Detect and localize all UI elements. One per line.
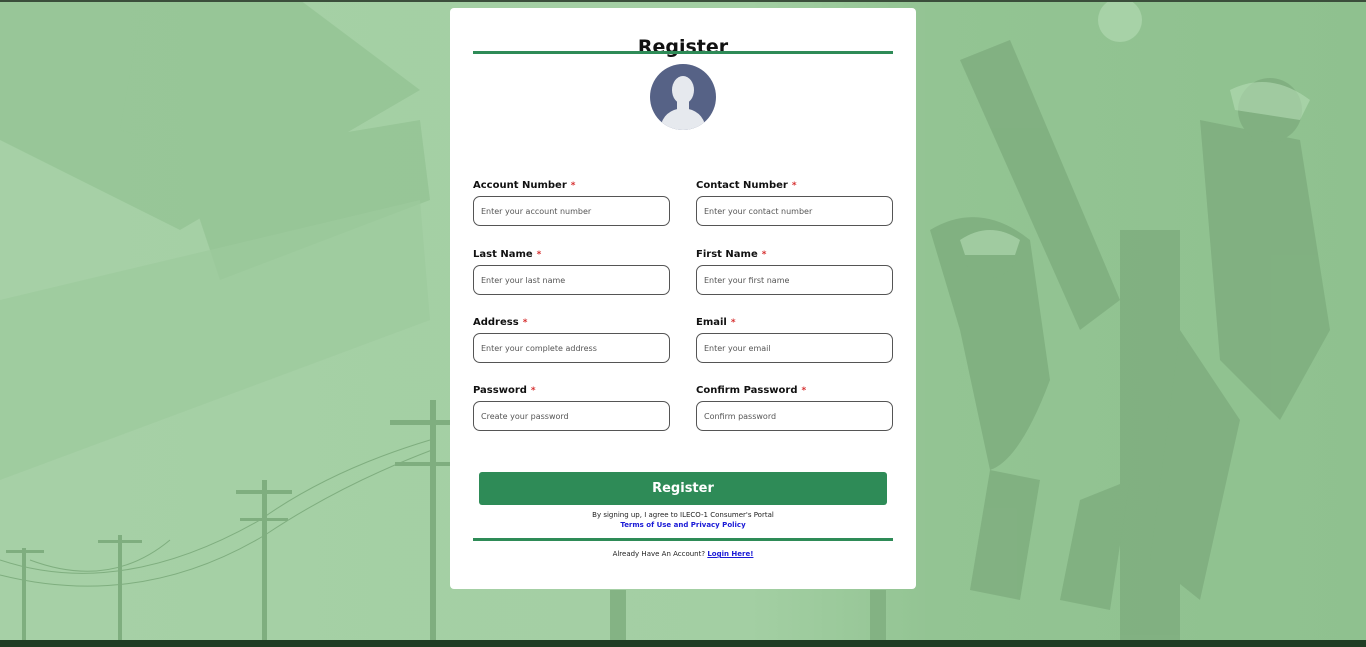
required-mark: * [791,181,797,191]
agreement-text: By signing up, I agree to ILECO-1 Consum… [450,510,916,530]
email-label: Email * [696,317,736,328]
terms-privacy-link[interactable]: Terms of Use and Privacy Policy [620,521,745,529]
last-name-input[interactable] [473,265,670,295]
contact-number-field: Contact Number * [696,179,893,226]
password-input[interactable] [473,401,670,431]
page-title: Register [637,36,729,58]
account-number-field: Account Number * [473,179,670,226]
required-mark: * [761,250,767,260]
confirm-password-field: Confirm Password * [696,384,893,431]
required-mark: * [730,318,736,328]
bottom-bar [0,640,1366,647]
required-mark: * [530,386,536,396]
last-name-field: Last Name * [473,248,670,295]
title-divider [473,51,893,54]
agreement-statement: By signing up, I agree to ILECO-1 Consum… [592,511,774,519]
first-name-field: First Name * [696,248,893,295]
last-name-label: Last Name * [473,249,542,260]
required-mark: * [570,181,576,191]
contact-number-input[interactable] [696,196,893,226]
required-mark: * [522,318,528,328]
account-number-label: Account Number * [473,180,576,191]
address-field: Address * [473,316,670,363]
required-mark: * [801,386,807,396]
login-link[interactable]: Login Here! [707,550,753,558]
address-input[interactable] [473,333,670,363]
register-button[interactable]: Register [479,472,887,505]
password-label: Password * [473,385,536,396]
contact-number-label: Contact Number * [696,180,797,191]
login-prompt: Already Have An Account? Login Here! [450,550,916,558]
account-number-input[interactable] [473,196,670,226]
top-border [0,0,1366,2]
email-field: Email * [696,316,893,363]
password-field: Password * [473,384,670,431]
email-input[interactable] [696,333,893,363]
confirm-password-input[interactable] [696,401,893,431]
footer-divider [473,538,893,541]
first-name-label: First Name * [696,249,767,260]
required-mark: * [536,250,542,260]
confirm-password-label: Confirm Password * [696,385,807,396]
first-name-input[interactable] [696,265,893,295]
login-prompt-text: Already Have An Account? [612,550,706,558]
user-avatar-icon [650,64,716,130]
register-card: Register Account Number* Contact Number*… [450,8,916,589]
address-label: Address * [473,317,528,328]
